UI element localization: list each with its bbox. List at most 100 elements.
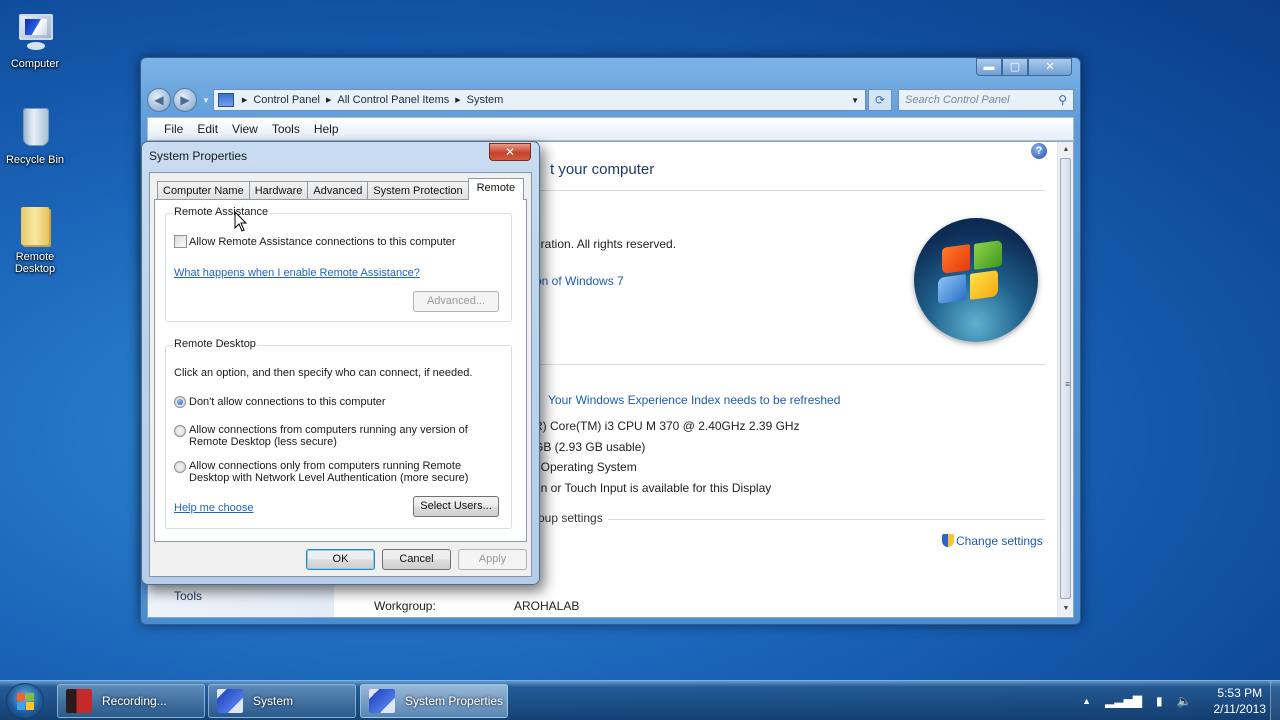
grip-icon: ≡ — [1065, 378, 1071, 389]
breadcrumb-all-items[interactable]: All Control Panel Items — [337, 94, 449, 106]
taskbar-item-system-properties[interactable]: System Properties — [360, 684, 508, 718]
desktop-icon-label: Remote Desktop — [14, 251, 56, 275]
processor-value: R) Core(TM) i3 CPU M 370 @ 2.40GHz 2.39 … — [534, 419, 800, 433]
dialog-close-button[interactable]: ✕ — [489, 143, 531, 161]
menu-help[interactable]: Help — [314, 122, 339, 136]
show-hidden-icons-button[interactable]: ▲ — [1082, 696, 1091, 706]
maximize-button[interactable]: ▢ — [1002, 58, 1028, 76]
tab-hardware[interactable]: Hardware — [248, 181, 309, 200]
minimize-button[interactable]: ▬ — [976, 58, 1002, 76]
ok-button[interactable]: OK — [306, 549, 375, 570]
recycle-bin-icon — [13, 106, 57, 150]
control-panel-icon — [217, 93, 234, 107]
left-pane-tools: Tools — [174, 589, 203, 603]
desktop-icon-computer[interactable]: Computer — [0, 10, 70, 70]
allow-nla-only-radio[interactable] — [174, 461, 186, 473]
clock[interactable]: 5:53 PM 2/11/2013 — [1214, 685, 1267, 717]
vertical-scrollbar[interactable]: ▲ ≡ ▼ — [1057, 142, 1073, 617]
system-tray: ▲ ▂▃▅▇ ▮ 🔈 5:53 PM 2/11/2013 — [1082, 681, 1266, 720]
tab-remote[interactable]: Remote — [467, 178, 525, 200]
experience-index-link[interactable]: Your Windows Experience Index needs to b… — [548, 393, 840, 407]
divider — [534, 190, 1045, 191]
taskbar-item-system[interactable]: System — [208, 684, 356, 718]
allow-any-version-radio[interactable] — [174, 425, 186, 437]
memory-value: GB (2.93 GB usable) — [534, 440, 646, 454]
allow-any-version-label[interactable]: Allow connections from computers running… — [189, 424, 468, 436]
remote-desktop-instruction: Click an option, and then specify who ca… — [174, 367, 473, 379]
system-icon — [369, 689, 395, 713]
refresh-button[interactable]: ⟳ — [868, 89, 892, 111]
remote-desktop-label: Remote Desktop — [173, 338, 257, 350]
menu-file[interactable]: File — [164, 122, 183, 136]
advanced-button[interactable]: Advanced... — [413, 291, 499, 312]
close-button[interactable]: ✕ — [1028, 58, 1072, 76]
cancel-button[interactable]: Cancel — [382, 549, 451, 570]
volume-icon[interactable]: 🔈 — [1177, 694, 1192, 708]
address-dropdown-icon[interactable]: ▼ — [845, 96, 865, 105]
scroll-up-icon[interactable]: ▲ — [1058, 142, 1073, 158]
breadcrumb-separator-icon[interactable]: ▶ — [455, 96, 460, 104]
show-desktop-button[interactable] — [1270, 681, 1280, 720]
start-button[interactable] — [6, 683, 44, 719]
breadcrumb-separator-icon[interactable]: ▶ — [242, 96, 247, 104]
page-title: t your computer — [550, 161, 655, 178]
breadcrumb-separator-icon[interactable]: ▶ — [326, 96, 331, 104]
desktop-icon-recycle-bin[interactable]: Recycle Bin — [0, 106, 70, 166]
search-icon[interactable]: ⚲ — [1058, 93, 1067, 107]
search-input[interactable]: Search Control Panel ⚲ — [898, 89, 1074, 111]
window-controls: ▬ ▢ ✕ — [976, 58, 1072, 76]
remote-assistance-help-link[interactable]: What happens when I enable Remote Assist… — [174, 267, 420, 279]
allow-nla-only-label-line2[interactable]: Desktop with Network Level Authenticatio… — [189, 472, 468, 484]
taskbar-item-label: System Properties — [405, 694, 504, 708]
back-button[interactable]: ◀ — [147, 88, 171, 112]
network-signal-icon[interactable]: ▂▃▅▇ — [1105, 694, 1142, 708]
recorder-icon — [66, 689, 92, 713]
pen-touch-value: en or Touch Input is available for this … — [534, 481, 772, 495]
allow-any-version-label-line2[interactable]: Remote Desktop (less secure) — [189, 436, 337, 448]
copyright-text: oration. All rights reserved. — [534, 237, 677, 251]
desktop-icon-remote-desktop[interactable]: Remote Desktop — [0, 203, 70, 275]
help-me-choose-link[interactable]: Help me choose — [174, 502, 254, 514]
folder-icon — [13, 203, 57, 247]
change-settings-label: Change settings — [956, 534, 1043, 548]
address-bar[interactable]: ▶ Control Panel ▶ All Control Panel Item… — [212, 89, 866, 111]
desktop-icon-label: Recycle Bin — [5, 154, 65, 166]
tab-advanced[interactable]: Advanced — [307, 181, 369, 200]
taskbar-item-recording[interactable]: Recording... — [57, 684, 205, 718]
search-placeholder: Search Control Panel — [905, 94, 1010, 106]
allow-nla-only-label[interactable]: Allow connections only from computers ru… — [189, 460, 461, 472]
divider — [534, 364, 1045, 365]
windows-flag-icon — [17, 693, 25, 701]
allow-remote-assistance-label[interactable]: Allow Remote Assistance connections to t… — [189, 236, 456, 248]
recent-pages-dropdown[interactable]: ▼ — [202, 96, 210, 105]
breadcrumb-control-panel[interactable]: Control Panel — [253, 94, 320, 106]
windows-edition-link[interactable]: on of Windows 7 — [535, 274, 624, 288]
computer-icon — [13, 10, 57, 54]
taskbar-item-label: System — [253, 694, 294, 708]
menu-edit[interactable]: Edit — [197, 122, 218, 136]
scrollbar-thumb[interactable]: ≡ — [1060, 158, 1071, 599]
tab-system-protection[interactable]: System Protection — [367, 181, 469, 200]
workgroup-label: Workgroup: — [374, 599, 436, 613]
system-properties-dialog: System Properties ✕ Computer Name Hardwa… — [141, 141, 540, 585]
scroll-down-icon[interactable]: ▼ — [1058, 601, 1073, 617]
power-icon[interactable]: ▮ — [1156, 694, 1163, 708]
forward-button[interactable]: ▶ — [173, 88, 197, 112]
menu-view[interactable]: View — [232, 122, 258, 136]
dont-allow-connections-label[interactable]: Don't allow connections to this computer — [189, 396, 386, 408]
breadcrumb-system[interactable]: System — [467, 94, 504, 106]
desktop-icon-label: Computer — [10, 58, 60, 70]
select-users-button[interactable]: Select Users... — [413, 496, 499, 517]
tab-computer-name[interactable]: Computer Name — [157, 181, 250, 200]
taskbar-item-label: Recording... — [102, 694, 167, 708]
allow-remote-assistance-checkbox[interactable] — [174, 235, 187, 248]
uac-shield-icon — [942, 534, 954, 547]
workgroup-value: AROHALAB — [514, 599, 580, 613]
dont-allow-connections-radio[interactable] — [174, 396, 186, 408]
help-icon[interactable]: ? — [1031, 143, 1047, 159]
menu-tools[interactable]: Tools — [272, 122, 300, 136]
system-icon — [217, 689, 243, 713]
windows-logo — [914, 218, 1038, 342]
change-settings-link[interactable]: Change settings — [942, 534, 1043, 548]
apply-button[interactable]: Apply — [458, 549, 527, 570]
